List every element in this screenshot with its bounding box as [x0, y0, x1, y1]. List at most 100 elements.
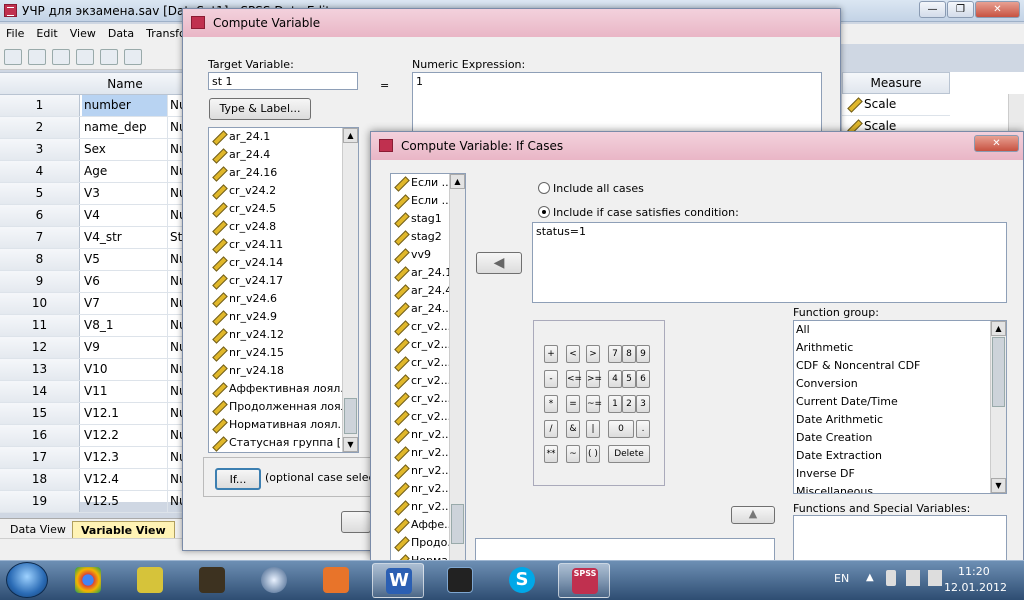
taskbar-chrome[interactable]: [62, 563, 114, 598]
dialog-recall-icon[interactable]: [76, 49, 94, 65]
taskbar-app4[interactable]: [248, 563, 300, 598]
table-row[interactable]: 8 V5 Nu: [0, 249, 187, 271]
list-item[interactable]: Продолженная лоял...: [209, 398, 358, 416]
row-number[interactable]: 13: [0, 359, 80, 380]
taskbar-app3[interactable]: [186, 563, 238, 598]
table-row[interactable]: 12 V9 Nu: [0, 337, 187, 359]
scroll-down-arrow[interactable]: ▼: [343, 437, 358, 452]
keypad-key[interactable]: ~=: [586, 395, 602, 413]
menu-data[interactable]: Data: [102, 24, 140, 43]
name-cell[interactable]: V12.2: [82, 425, 168, 446]
row-number[interactable]: 3: [0, 139, 80, 160]
row-number[interactable]: 2: [0, 117, 80, 138]
table-row[interactable]: 2 name_dep Nu: [0, 117, 187, 139]
functions-list[interactable]: [793, 515, 1007, 562]
list-item[interactable]: Статусная группа [...: [209, 434, 358, 452]
list-item[interactable]: ar_24.1: [209, 128, 358, 146]
keypad-key[interactable]: ( ): [586, 445, 600, 463]
condition-input[interactable]: status=1: [532, 222, 1007, 303]
keypad-key[interactable]: ~: [566, 445, 580, 463]
include-all-label[interactable]: Include all cases: [553, 182, 644, 195]
list-item[interactable]: Current Date/Time: [794, 393, 1006, 411]
list-item[interactable]: Conversion: [794, 375, 1006, 393]
table-row[interactable]: 5 V3 Nu: [0, 183, 187, 205]
if-dialog-close-button[interactable]: ✕: [974, 135, 1019, 152]
table-row[interactable]: 6 V4 Nu: [0, 205, 187, 227]
name-cell[interactable]: V12.5: [82, 491, 168, 512]
redo-icon[interactable]: [124, 49, 142, 65]
list-item[interactable]: cr_v24.17: [209, 272, 358, 290]
function-group-scrollbar[interactable]: ▲ ▼: [990, 321, 1006, 493]
name-column-header[interactable]: Name: [82, 77, 168, 91]
list-item[interactable]: Miscellaneous: [794, 483, 1006, 493]
keypad-key[interactable]: +: [544, 345, 558, 363]
list-item[interactable]: nr_v24.6: [209, 290, 358, 308]
table-row[interactable]: 3 Sex Nu: [0, 139, 187, 161]
row-number[interactable]: 8: [0, 249, 80, 270]
if-variable-list[interactable]: Если ... Если ... stag1 stag2 vv9 ar_24.1 ar_2…: [390, 173, 466, 562]
clock-date[interactable]: 12.01.2012: [944, 581, 1007, 594]
table-row[interactable]: 9 V6 Nu: [0, 271, 187, 293]
list-item[interactable]: ar_24.16: [209, 164, 358, 182]
name-cell[interactable]: V7: [82, 293, 168, 314]
list-item[interactable]: Аффективная лоял...: [209, 380, 358, 398]
list-item[interactable]: CDF & Noncentral CDF: [794, 357, 1006, 375]
list-item[interactable]: cr_v24.14: [209, 254, 358, 272]
taskbar-app7[interactable]: [434, 563, 486, 598]
keypad-key[interactable]: **: [544, 445, 558, 463]
list-item[interactable]: cr_v24.11: [209, 236, 358, 254]
menu-edit[interactable]: Edit: [30, 24, 63, 43]
row-number[interactable]: 17: [0, 447, 80, 468]
measure-header[interactable]: Measure: [842, 72, 950, 94]
list-item[interactable]: cr_v24.5: [209, 200, 358, 218]
keypad-key[interactable]: >: [586, 345, 600, 363]
name-cell[interactable]: V5: [82, 249, 168, 270]
list-item[interactable]: cr_v24.8: [209, 218, 358, 236]
taskbar-app2[interactable]: [124, 563, 176, 598]
list-item[interactable]: All: [794, 321, 1006, 339]
function-group-list[interactable]: All Arithmetic CDF & Noncentral CDF Convers…: [793, 320, 1007, 494]
keypad-key[interactable]: 9: [636, 345, 650, 363]
menu-view[interactable]: View: [64, 24, 102, 43]
scroll-down-arrow[interactable]: ▼: [991, 478, 1006, 493]
list-item[interactable]: cr_v24.2: [209, 182, 358, 200]
scroll-thumb[interactable]: [451, 504, 464, 544]
type-and-label-button[interactable]: Type & Label...: [209, 98, 311, 120]
name-cell[interactable]: V12.3: [82, 447, 168, 468]
tab-data-view[interactable]: Data View: [2, 521, 74, 538]
name-cell[interactable]: V4: [82, 205, 168, 226]
numeric-expression-input[interactable]: 1: [412, 72, 822, 132]
row-number[interactable]: 10: [0, 293, 80, 314]
taskbar-word[interactable]: W: [372, 563, 424, 598]
keypad-key[interactable]: |: [586, 420, 600, 438]
show-hidden-icons[interactable]: ▲: [866, 572, 874, 583]
if-list-scrollbar[interactable]: ▲: [449, 174, 465, 561]
row-number[interactable]: 11: [0, 315, 80, 336]
table-row[interactable]: 14 V11 Nu: [0, 381, 187, 403]
list-item[interactable]: nr_v24.12: [209, 326, 358, 344]
list-item[interactable]: nr_v24.18: [209, 362, 358, 380]
table-row[interactable]: 16 V12.2 Nu: [0, 425, 187, 447]
move-variable-arrow-button[interactable]: ◀: [476, 252, 522, 274]
close-button[interactable]: ✕: [975, 1, 1020, 18]
table-row[interactable]: 18 V12.4 Nu: [0, 469, 187, 491]
measure-cell[interactable]: Scale: [842, 94, 950, 116]
keypad-key[interactable]: 5: [622, 370, 636, 388]
list-item[interactable]: Arithmetic: [794, 339, 1006, 357]
keypad-key[interactable]: 4: [608, 370, 622, 388]
save-icon[interactable]: [28, 49, 46, 65]
keypad-key[interactable]: -: [544, 370, 558, 388]
row-number[interactable]: 19: [0, 491, 80, 512]
keypad-key[interactable]: 6: [636, 370, 650, 388]
volume-icon[interactable]: [928, 570, 942, 586]
name-cell[interactable]: Sex: [82, 139, 168, 160]
minimize-button[interactable]: —: [919, 1, 946, 18]
keypad-key[interactable]: <=: [566, 370, 582, 388]
scroll-up-arrow[interactable]: ▲: [343, 128, 358, 143]
row-number[interactable]: 18: [0, 469, 80, 490]
name-cell[interactable]: Age: [82, 161, 168, 182]
compute-list-scrollbar[interactable]: ▲ ▼: [342, 128, 358, 452]
open-icon[interactable]: [4, 49, 22, 65]
list-item[interactable]: Inverse DF: [794, 465, 1006, 483]
taskbar-skype[interactable]: S: [496, 563, 548, 598]
